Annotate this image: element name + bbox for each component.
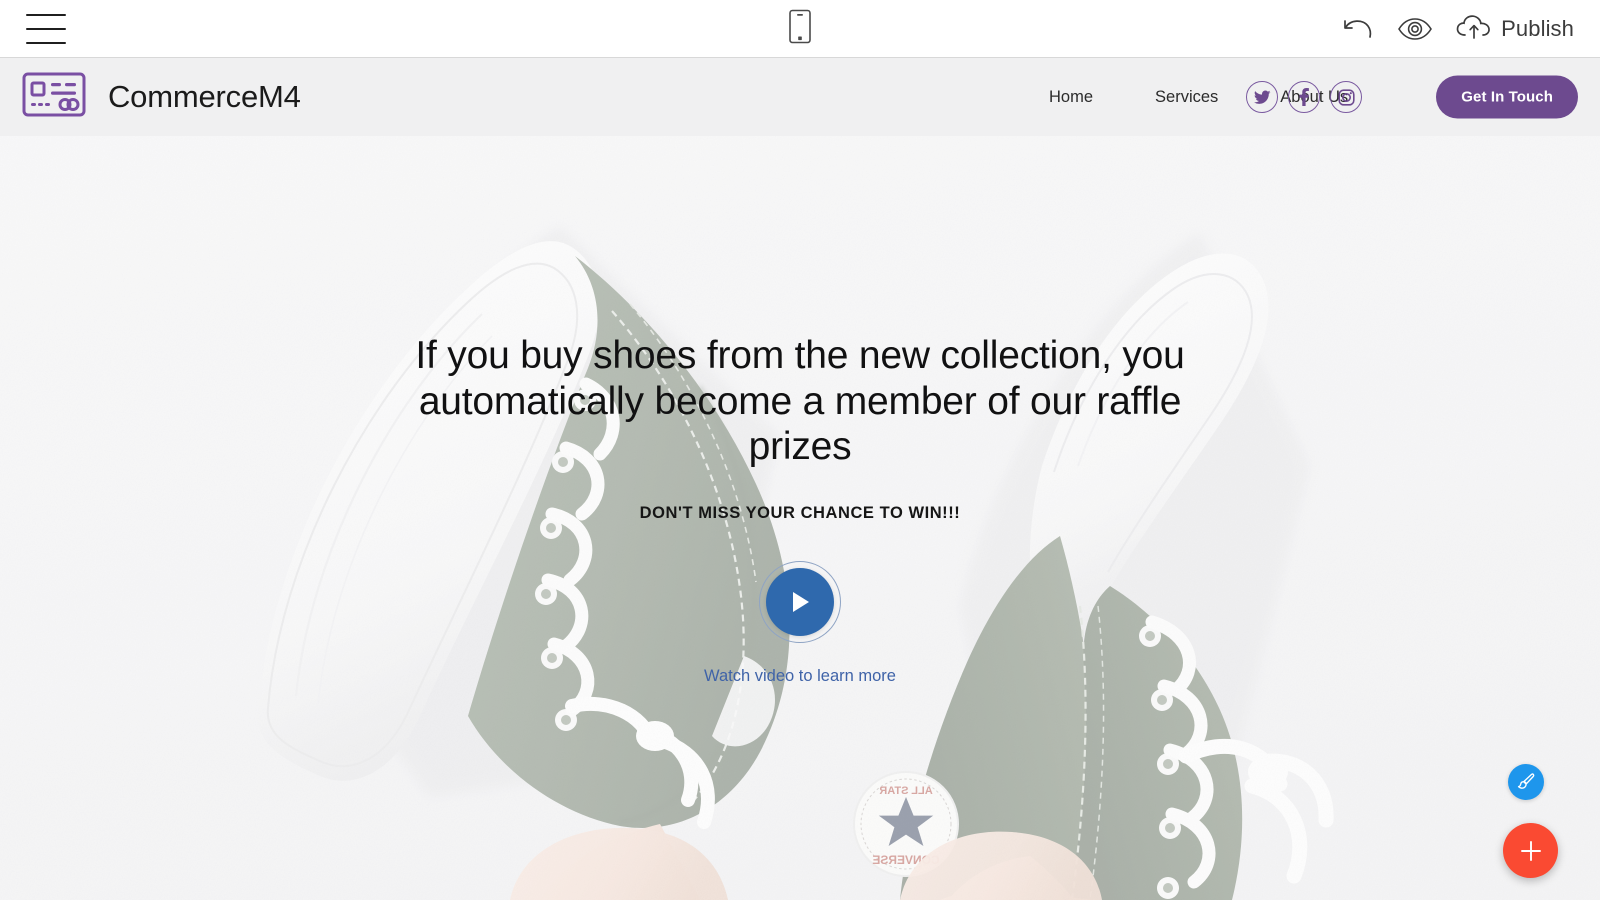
hero-content: If you buy shoes from the new collection… xyxy=(0,136,1600,900)
hamburger-menu-icon[interactable] xyxy=(26,13,66,44)
twitter-icon[interactable] xyxy=(1246,81,1278,113)
play-video-button[interactable] xyxy=(759,560,841,643)
mobile-device-icon[interactable] xyxy=(789,9,811,48)
publish-button[interactable]: Publish xyxy=(1455,13,1574,46)
get-in-touch-button[interactable]: Get In Touch xyxy=(1436,75,1578,119)
editor-actions: Publish xyxy=(1341,0,1574,58)
editor-toolbar: Publish xyxy=(0,0,1600,58)
plus-icon[interactable] xyxy=(1503,823,1558,878)
undo-arrow-icon[interactable] xyxy=(1341,16,1375,42)
facebook-icon[interactable] xyxy=(1288,81,1320,113)
hero-subtitle: DON'T MISS YOUR CHANCE TO WIN!!! xyxy=(639,503,961,522)
hamburger-line xyxy=(26,13,66,16)
paintbrush-icon[interactable] xyxy=(1508,764,1544,800)
brand-logo[interactable]: CommerceM4 xyxy=(22,72,301,122)
eye-preview-icon[interactable] xyxy=(1397,16,1433,42)
cloud-upload-icon xyxy=(1455,13,1493,46)
nav-item-services[interactable]: Services xyxy=(1124,88,1249,107)
hero-section: ALL STAR CONVERSE xyxy=(0,136,1600,900)
instagram-icon[interactable] xyxy=(1330,81,1362,113)
social-links xyxy=(1246,81,1362,113)
watch-video-link[interactable]: Watch video to learn more xyxy=(704,667,896,686)
play-outer-ring xyxy=(759,560,841,643)
site-header: CommerceM4 Home Services About Us Get In… xyxy=(0,58,1600,136)
hero-title: If you buy shoes from the new collection… xyxy=(415,334,1185,469)
hamburger-line xyxy=(26,41,66,44)
credit-card-logo-icon xyxy=(22,72,86,122)
hamburger-line xyxy=(26,27,66,30)
nav-item-home[interactable]: Home xyxy=(1018,88,1124,107)
brand-name: CommerceM4 xyxy=(108,79,301,114)
publish-label: Publish xyxy=(1501,16,1574,41)
